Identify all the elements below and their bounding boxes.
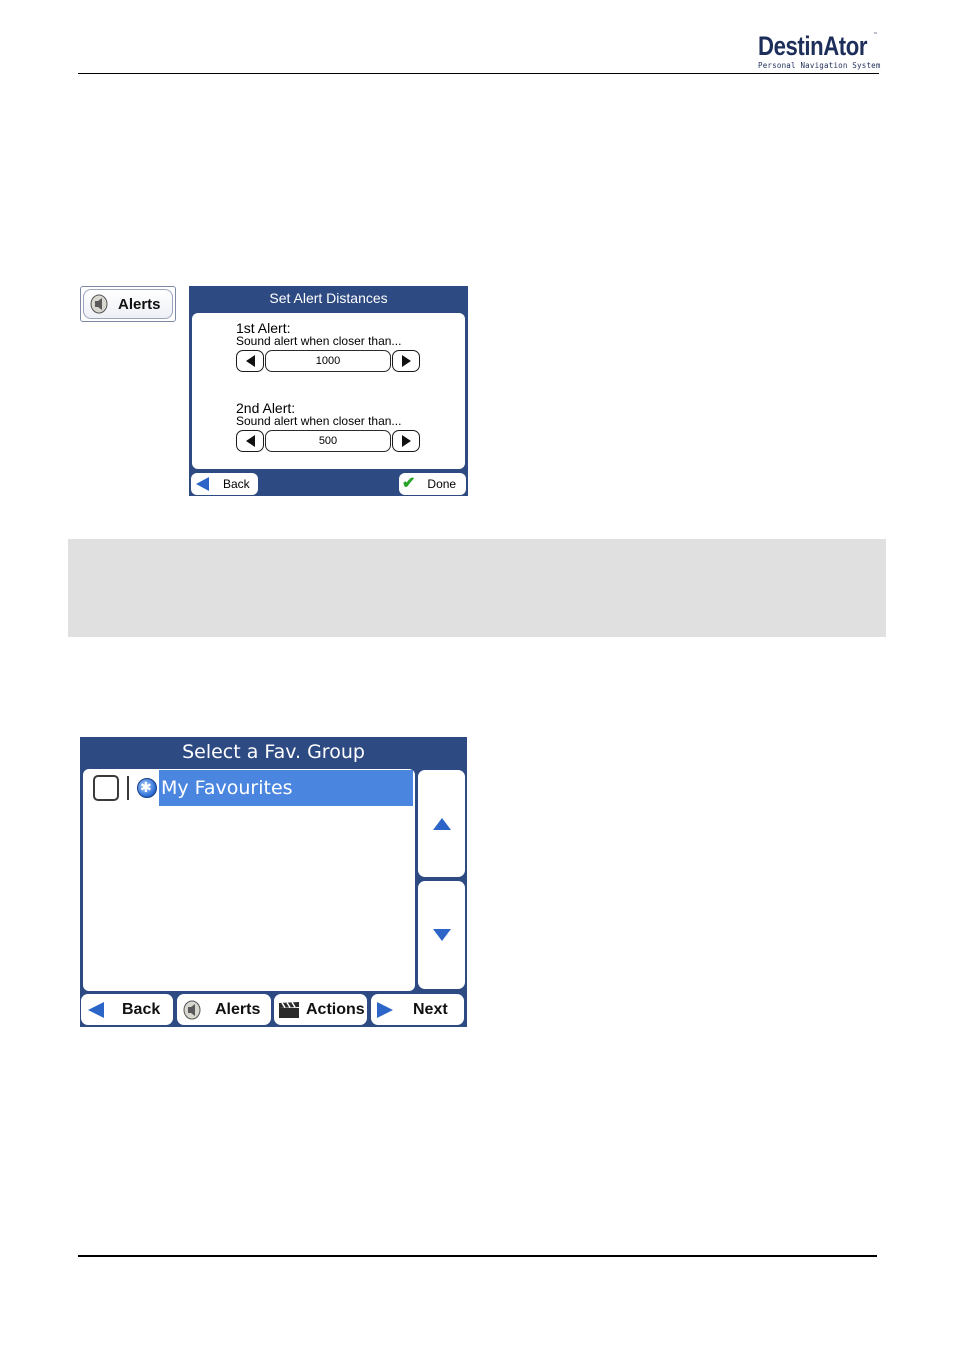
up-arrow-icon — [432, 817, 451, 830]
row-divider — [127, 776, 129, 800]
second-alert-block: 2nd Alert: Sound alert when closer than.… — [236, 401, 401, 427]
second-alert-heading: 2nd Alert: — [236, 400, 296, 416]
first-alert-value[interactable]: 1000 — [265, 350, 391, 372]
actions-button[interactable]: Actions — [274, 994, 367, 1025]
done-button-label: Done — [427, 477, 457, 491]
first-alert-increase-button[interactable] — [392, 350, 420, 372]
list-item[interactable]: My Favourites — [93, 770, 413, 806]
next-button[interactable]: Next — [371, 994, 464, 1025]
back-button-label: Back — [122, 1000, 161, 1018]
scroll-up-button[interactable] — [418, 770, 465, 877]
second-alert-stepper: 500 — [236, 430, 420, 452]
first-alert-stepper: 1000 — [236, 350, 420, 372]
select-fav-group-screen: Select a Fav. Group My Favourites Back A… — [80, 737, 467, 1027]
favourite-checkbox[interactable] — [93, 775, 119, 801]
back-button[interactable]: Back — [81, 994, 173, 1025]
actions-button-label: Actions — [306, 1000, 365, 1018]
done-button[interactable]: ✔ Done — [399, 473, 466, 495]
favourite-group-list: My Favourites — [83, 769, 415, 991]
alerts-button-illustration[interactable]: Alerts — [80, 286, 176, 322]
logo-trademark: ™ — [873, 32, 878, 38]
alerts-button-label: Alerts — [118, 295, 161, 313]
back-arrow-icon — [196, 477, 209, 491]
logo-tagline: Personal Navigation System — [758, 61, 881, 70]
set-alert-distances-screen: Set Alert Distances 1st Alert: Sound ale… — [189, 286, 468, 496]
screen-title: Select a Fav. Group — [182, 741, 365, 763]
right-arrow-icon — [401, 355, 411, 367]
speaker-icon — [183, 1000, 201, 1019]
speaker-icon — [90, 294, 108, 314]
back-arrow-icon — [88, 1001, 104, 1018]
alert-settings-panel: 1st Alert: Sound alert when closer than.… — [192, 313, 465, 469]
scroll-down-button[interactable] — [418, 881, 465, 989]
footer-rule — [78, 1255, 877, 1257]
second-alert-value[interactable]: 500 — [265, 430, 391, 452]
alerts-button-face[interactable]: Alerts — [83, 289, 173, 319]
screen-title: Set Alert Distances — [269, 290, 388, 306]
left-arrow-icon — [245, 355, 255, 367]
first-alert-block: 1st Alert: Sound alert when closer than.… — [236, 321, 401, 347]
destinator-logo: DestinAtor ™ Personal Navigation System — [758, 32, 880, 70]
down-arrow-icon — [432, 929, 451, 941]
first-alert-decrease-button[interactable] — [236, 350, 264, 372]
next-button-label: Next — [413, 1000, 448, 1018]
logo-wordmark: DestinAtor — [758, 31, 868, 61]
alerts-button[interactable]: Alerts — [177, 994, 271, 1025]
note-box — [68, 539, 886, 637]
header-rule — [78, 73, 879, 74]
back-button-label: Back — [223, 477, 250, 491]
second-alert-increase-button[interactable] — [392, 430, 420, 452]
favourite-group-icon — [137, 778, 157, 798]
first-alert-description: Sound alert when closer than... — [236, 334, 402, 348]
clapperboard-icon — [279, 1001, 299, 1018]
list-item-label: My Favourites — [159, 770, 413, 806]
alerts-button-label: Alerts — [215, 1000, 261, 1018]
second-alert-description: Sound alert when closer than... — [236, 414, 402, 428]
right-arrow-icon — [401, 435, 411, 447]
first-alert-heading: 1st Alert: — [236, 320, 291, 336]
second-alert-decrease-button[interactable] — [236, 430, 264, 452]
checkmark-icon: ✔ — [402, 475, 416, 492]
left-arrow-icon — [245, 435, 255, 447]
next-arrow-icon — [377, 1001, 393, 1018]
back-button[interactable]: Back — [191, 473, 258, 495]
